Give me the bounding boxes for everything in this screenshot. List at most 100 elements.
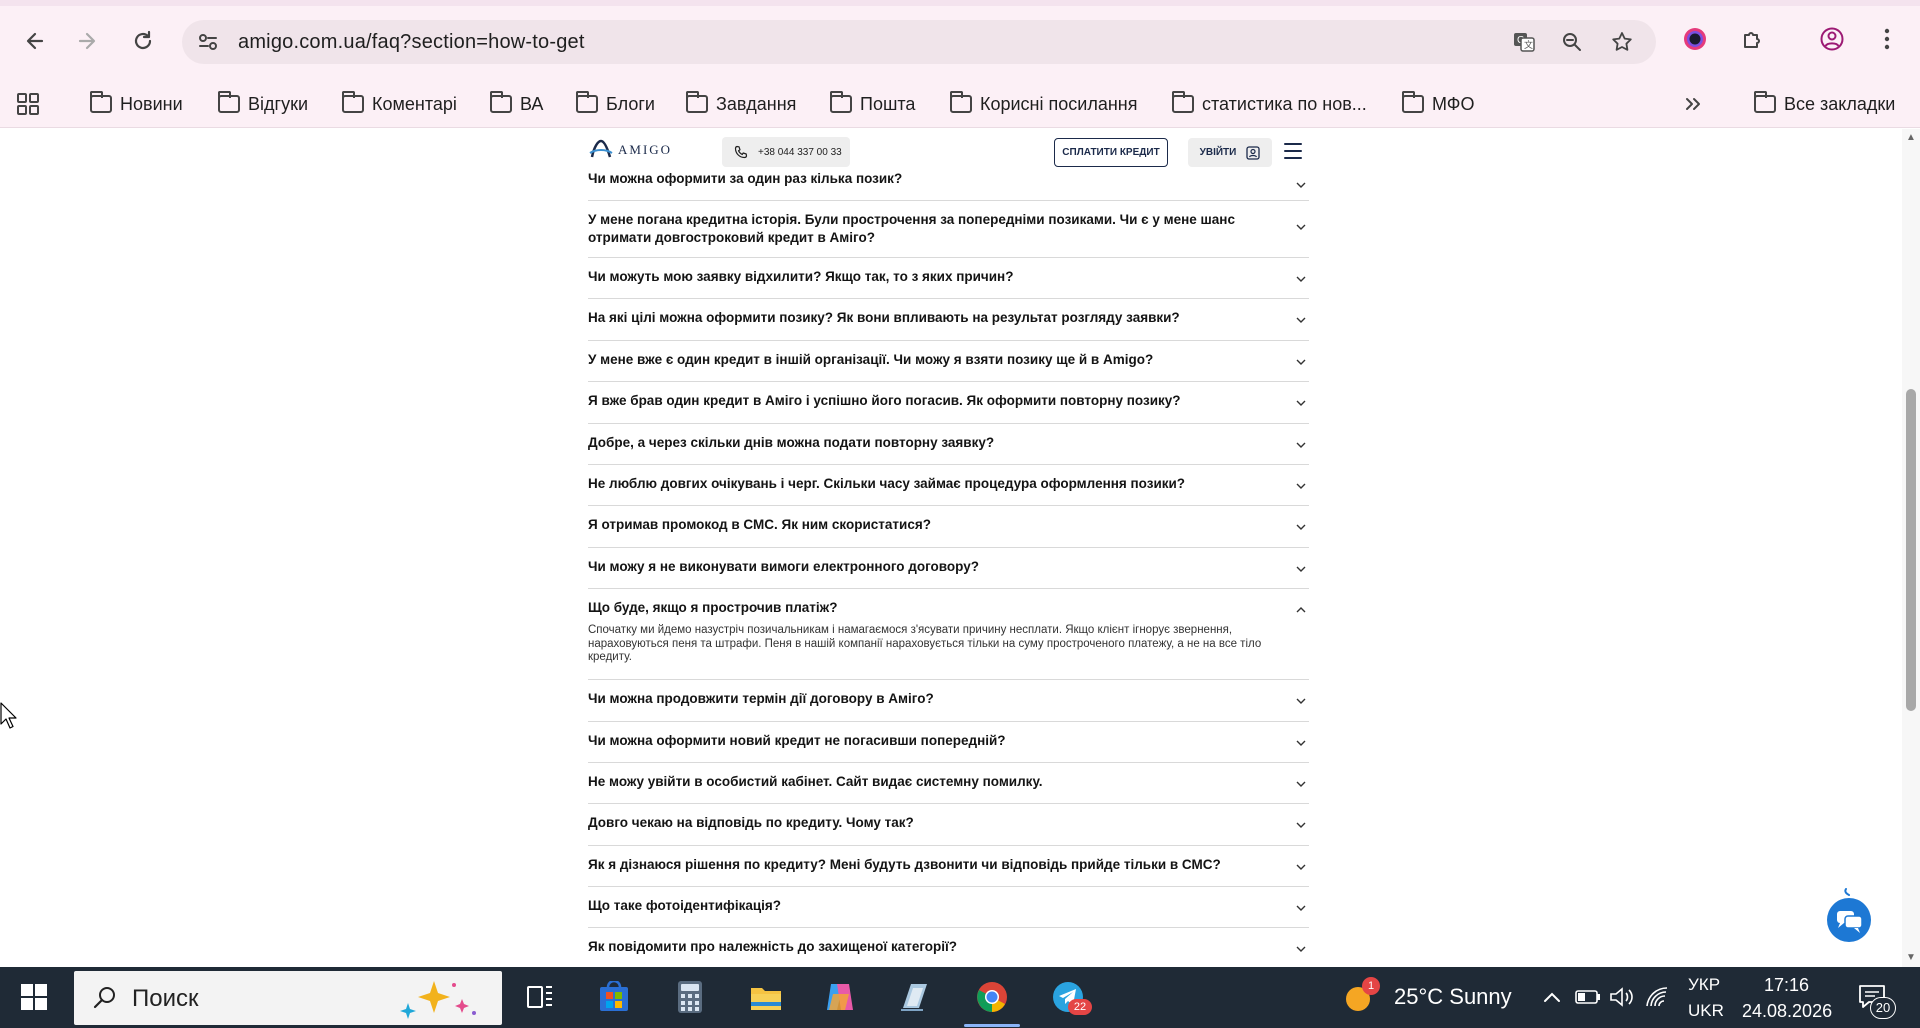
hamburger-menu-icon[interactable] [1284, 143, 1302, 159]
back-button[interactable] [20, 26, 50, 56]
notepad-app-icon[interactable] [896, 979, 932, 1015]
phone-button[interactable]: +38 044 337 00 33 [722, 137, 850, 167]
chevron-down-icon [1296, 442, 1306, 448]
scroll-down-icon[interactable]: ▼ [1906, 953, 1916, 963]
battery-icon[interactable] [1570, 979, 1606, 1015]
chevron-up-icon [1296, 607, 1306, 613]
faq-item[interactable]: Не можу увійти в особистий кабінет. Сайт… [588, 763, 1309, 805]
file-explorer-icon[interactable] [748, 979, 784, 1015]
bookmark-folder[interactable]: статистика по нов... [1172, 90, 1367, 118]
faq-item[interactable]: Чи можуть мою заявку відхилити? Якщо так… [588, 258, 1309, 300]
calculator-icon[interactable] [672, 979, 708, 1015]
faq-item[interactable]: На які цілі можна оформити позику? Як во… [588, 299, 1309, 341]
reload-button[interactable] [128, 26, 158, 56]
faq-item[interactable]: У мене вже є один кредит в іншій організ… [588, 341, 1309, 383]
bookmark-folder[interactable]: Відгуки [218, 90, 308, 118]
bookmark-folder[interactable]: Завдання [686, 90, 796, 118]
url-text[interactable]: amigo.com.ua/faq?section=how-to-get [238, 31, 585, 54]
clock-date[interactable]: 24.08.2026 [1742, 1001, 1832, 1022]
faq-item[interactable]: Як повідомити про належність до захищено… [588, 928, 1309, 967]
color-extension-icon[interactable] [1680, 24, 1710, 54]
chevron-down-icon [1296, 740, 1306, 746]
site-info-icon[interactable] [196, 30, 220, 54]
browser-menu-icon[interactable] [1872, 24, 1902, 54]
user-icon [1246, 145, 1261, 160]
bookmark-star-icon[interactable] [1610, 30, 1634, 54]
chrome-icon[interactable] [964, 979, 1020, 1027]
faq-item[interactable]: У мене погана кредитна історія. Були про… [588, 201, 1309, 258]
bookmark-folder[interactable]: Блоги [576, 90, 655, 118]
faq-item[interactable]: Що таке фотоідентифікація? [588, 887, 1309, 929]
faq-item[interactable]: Чи можна оформити за один раз кілька поз… [588, 171, 1309, 201]
faq-item[interactable]: Я отримав промокод в СМС. Як ним скорист… [588, 506, 1309, 548]
address-bar[interactable]: amigo.com.ua/faq?section=how-to-get G文 [182, 20, 1656, 64]
extensions-icon[interactable] [1738, 24, 1768, 54]
copilot-icon[interactable] [822, 979, 858, 1015]
translate-icon[interactable]: G文 [1512, 30, 1536, 54]
faq-item[interactable]: Як я дізнаюся рішення по кредиту? Мені б… [588, 846, 1309, 888]
back-arrow-icon [26, 32, 44, 50]
apps-icon[interactable] [16, 90, 40, 118]
faq-item[interactable]: Чи можна оформити новий кредит не погаси… [588, 722, 1309, 763]
bookmark-folder[interactable]: ВА [490, 90, 543, 118]
task-view-icon[interactable] [522, 979, 558, 1015]
forward-button[interactable] [72, 26, 102, 56]
folder-icon [686, 91, 708, 113]
faq-item[interactable]: Чи можна продовжити термін дії договору … [588, 680, 1309, 722]
bookmark-folder[interactable]: МФО [1402, 90, 1474, 118]
folder-icon [1172, 91, 1194, 113]
folder-icon [218, 91, 240, 113]
notification-count: 20 [1870, 997, 1896, 1019]
page-scrollbar[interactable]: ▲ ▼ [1902, 129, 1920, 967]
all-bookmarks[interactable]: Все закладки [1754, 90, 1895, 118]
notifications-icon[interactable]: 20 [1854, 979, 1896, 1019]
sparkles-icon [400, 981, 476, 1019]
search-icon [93, 987, 115, 1009]
faq-list: Чи можна оформити за один раз кілька поз… [588, 171, 1309, 967]
web-page: AMIGO +38 044 337 00 33 СПЛАТИТИ КРЕДИТ … [0, 129, 1920, 967]
clock-time[interactable]: 17:16 [1764, 975, 1809, 996]
bookmarks-bar: Новини Відгуки Коментарі ВА Блоги Завдан… [0, 80, 1920, 128]
bookmark-folder[interactable]: Корисні посилання [950, 90, 1137, 118]
weather-text[interactable]: 25°C Sunny [1394, 984, 1512, 1010]
wifi-icon[interactable] [1640, 979, 1676, 1015]
faq-item[interactable]: Довго чекаю на відповідь по кредиту. Чом… [588, 804, 1309, 846]
bookmark-folder[interactable]: Коментарі [342, 90, 457, 118]
keyboard-layout[interactable]: UKR [1688, 1001, 1724, 1021]
chevron-down-icon [1296, 524, 1306, 531]
faq-item[interactable]: Не люблю довгих очікувань і черг. Скільк… [588, 465, 1309, 507]
folder-icon [490, 91, 512, 113]
scroll-thumb[interactable] [1906, 389, 1916, 711]
weather-icon[interactable]: 1 [1340, 977, 1380, 1015]
profile-icon[interactable] [1817, 24, 1847, 54]
chevron-down-icon [1296, 822, 1306, 829]
chevron-down-icon [1296, 359, 1306, 365]
svg-text:文: 文 [1524, 39, 1533, 50]
windows-start-icon[interactable] [16, 979, 52, 1015]
scroll-up-icon[interactable]: ▲ [1906, 133, 1916, 143]
chat-widget-button[interactable] [1820, 887, 1878, 945]
tray-overflow-icon[interactable] [1534, 979, 1570, 1015]
taskbar-search[interactable]: Поиск [74, 971, 502, 1025]
faq-answer: Спочатку ми йдемо назустріч позичальника… [588, 624, 1262, 664]
faq-item[interactable]: Я вже брав один кредит в Аміго і успішно… [588, 382, 1309, 424]
faq-item[interactable]: Добре, а через скільки днів можна подати… [588, 424, 1309, 465]
more-bookmarks-icon[interactable] [1684, 90, 1702, 118]
faq-item[interactable]: Чи можу я не виконувати вимоги електронн… [588, 548, 1309, 590]
chevron-down-icon [1296, 317, 1306, 324]
telegram-icon[interactable]: 22 [1050, 979, 1092, 1015]
login-button[interactable]: УВІЙТИ [1188, 138, 1272, 167]
amigo-logo-icon [589, 139, 613, 158]
windows-taskbar: Поиск 22 1 25°C Sunny УКР UKR 17:16 24.0… [0, 967, 1920, 1028]
site-logo[interactable]: AMIGO [588, 137, 672, 163]
pay-credit-button[interactable]: СПЛАТИТИ КРЕДИТ [1054, 138, 1168, 167]
bookmark-folder[interactable]: Новини [90, 90, 183, 118]
faq-item-expanded[interactable]: Що буде, якщо я прострочив платіж? Споча… [588, 589, 1309, 681]
language-indicator[interactable]: УКР [1688, 975, 1720, 995]
zoom-icon[interactable] [1560, 30, 1584, 54]
volume-icon[interactable] [1604, 979, 1640, 1015]
chevron-down-icon [1296, 400, 1306, 407]
reload-icon [134, 30, 152, 50]
bookmark-folder[interactable]: Пошта [830, 90, 915, 118]
microsoft-store-icon[interactable] [596, 979, 632, 1015]
